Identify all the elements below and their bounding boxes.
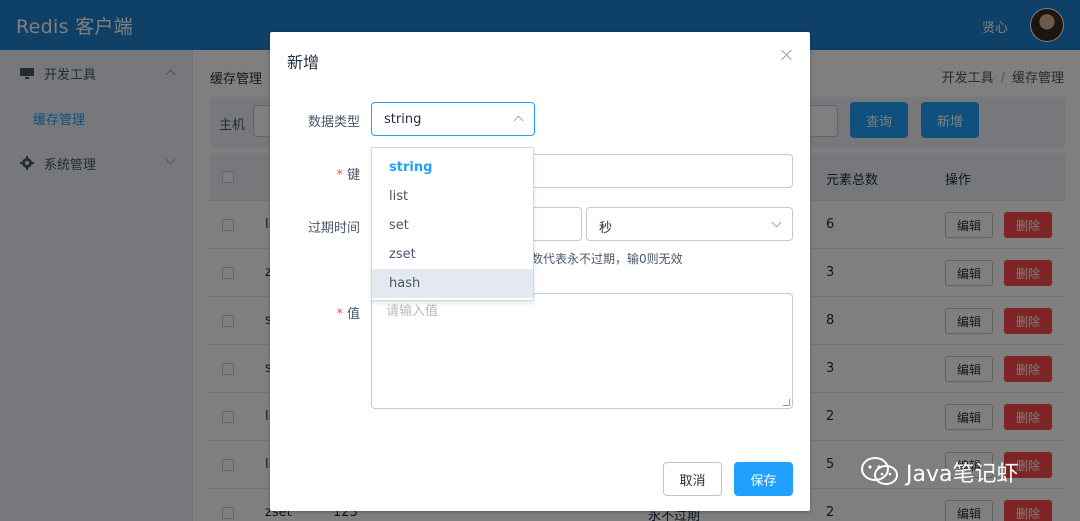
- value-label: * 值: [336, 303, 360, 322]
- wechat-icon: [861, 457, 898, 485]
- save-button[interactable]: 保存: [734, 462, 793, 496]
- watermark-text: Java笔记虾: [906, 462, 1019, 487]
- unit-select-value: 秒: [599, 221, 613, 236]
- dropdown-option-hash[interactable]: hash: [372, 269, 533, 298]
- chevron-down-icon: [771, 217, 782, 228]
- type-label: 数据类型: [307, 115, 360, 130]
- key-label-text: 键: [346, 168, 360, 183]
- resize-handle-icon[interactable]: [783, 399, 790, 406]
- value-placeholder: 请输入值: [386, 304, 439, 319]
- dropdown-option-set[interactable]: set: [372, 211, 533, 240]
- type-select[interactable]: string: [371, 102, 535, 136]
- dropdown-option-string[interactable]: string: [372, 153, 533, 182]
- cancel-button[interactable]: 取消: [663, 462, 722, 496]
- watermark: Java笔记虾: [860, 452, 1018, 492]
- dropdown-option-list[interactable]: list: [372, 182, 533, 211]
- close-icon[interactable]: [781, 49, 793, 61]
- expire-label: 过期时间: [307, 221, 360, 236]
- key-label: * 键: [336, 164, 360, 183]
- type-select-value: string: [384, 112, 422, 127]
- dialog-title: 新增: [287, 53, 320, 72]
- type-dropdown: string list set zset hash: [371, 147, 534, 301]
- add-dialog: 新增 数据类型 string * 键 过期时间 秒 数代表永不过期，输0则无效 *…: [270, 32, 810, 511]
- chevron-up-icon: [513, 115, 524, 126]
- required-mark: *: [336, 307, 343, 322]
- unit-select[interactable]: 秒: [586, 207, 793, 241]
- value-textarea[interactable]: 请输入值: [371, 293, 793, 409]
- required-mark: *: [336, 168, 343, 183]
- value-label-text: 值: [346, 307, 360, 322]
- dropdown-option-zset[interactable]: zset: [372, 240, 533, 269]
